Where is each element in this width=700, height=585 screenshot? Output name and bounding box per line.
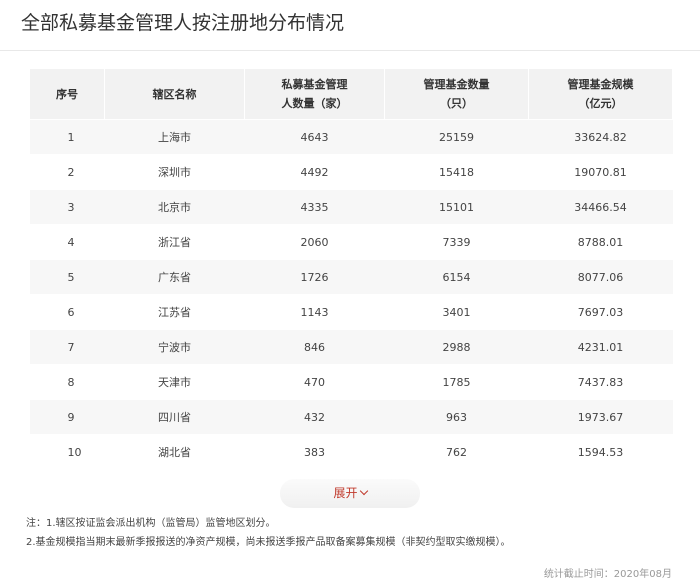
- cell-index: 4: [29, 224, 105, 260]
- cell-managers: 1726: [244, 259, 385, 295]
- cell-index: 2: [29, 154, 105, 190]
- expand-label: 展开: [333, 486, 358, 500]
- header-funds: 管理基金数量 （只）: [384, 68, 529, 120]
- cell-index: 9: [29, 399, 105, 435]
- header-managers: 私募基金管理 人数量（家）: [244, 68, 385, 120]
- table-row: 7 宁波市 846 2988 4231.01: [29, 329, 673, 365]
- table-row: 3 北京市 4335 15101 34466.54: [29, 189, 673, 225]
- cell-managers: 2060: [244, 224, 385, 260]
- cell-index: 10: [29, 434, 105, 470]
- table-row: 5 广东省 1726 6154 8077.06: [29, 259, 673, 295]
- note-line-2: 2.基金规模指当期末最新季报报送的净资产规模，尚未报送季报产品取备案募集规模（非…: [26, 537, 511, 548]
- cell-region: 广东省: [104, 259, 245, 295]
- cell-managers: 4335: [244, 189, 385, 225]
- cell-scale: 8077.06: [528, 259, 673, 295]
- table-row: 4 浙江省 2060 7339 8788.01: [29, 224, 673, 260]
- cell-managers: 846: [244, 329, 385, 365]
- cell-index: 8: [29, 364, 105, 400]
- cell-funds: 1785: [384, 364, 529, 400]
- cell-managers: 432: [244, 399, 385, 435]
- cell-funds: 7339: [384, 224, 529, 260]
- header-funds-line2: （只）: [440, 97, 473, 110]
- header-managers-line2: 人数量（家）: [281, 97, 348, 110]
- cell-region: 湖北省: [104, 434, 245, 470]
- table-row: 6 江苏省 1143 3401 7697.03: [29, 294, 673, 330]
- cell-index: 7: [29, 329, 105, 365]
- expand-button[interactable]: 展开: [280, 479, 420, 508]
- cell-region: 四川省: [104, 399, 245, 435]
- cell-index: 6: [29, 294, 105, 330]
- page-title: 全部私募基金管理人按注册地分布情况: [21, 12, 345, 34]
- cell-managers: 4492: [244, 154, 385, 190]
- cell-funds: 15101: [384, 189, 529, 225]
- table-row: 2 深圳市 4492 15418 19070.81: [29, 154, 673, 190]
- cell-funds: 2988: [384, 329, 529, 365]
- header-scale: 管理基金规模 （亿元）: [528, 68, 673, 120]
- cell-scale: 19070.81: [528, 154, 673, 190]
- cell-scale: 34466.54: [528, 189, 673, 225]
- cell-managers: 383: [244, 434, 385, 470]
- note-line-1: 注：1.辖区按证监会派出机构（监管局）监管地区划分。: [26, 518, 276, 529]
- cell-scale: 7697.03: [528, 294, 673, 330]
- cell-region: 江苏省: [104, 294, 245, 330]
- cell-region: 天津市: [104, 364, 245, 400]
- table-row: 10 湖北省 383 762 1594.53: [29, 434, 673, 470]
- title-divider: [0, 50, 700, 51]
- header-funds-line1: 管理基金数量: [423, 78, 490, 91]
- cell-scale: 1973.67: [528, 399, 673, 435]
- cell-funds: 25159: [384, 119, 529, 155]
- cell-region: 深圳市: [104, 154, 245, 190]
- header-index: 序号: [29, 68, 105, 120]
- data-table: 序号 辖区名称 私募基金管理 人数量（家） 管理基金数量 （只） 管理基金规模 …: [29, 68, 673, 470]
- notes: 注：1.辖区按证监会派出机构（监管局）监管地区划分。 2.基金规模指当期末最新季…: [26, 514, 511, 552]
- cell-scale: 1594.53: [528, 434, 673, 470]
- cell-index: 5: [29, 259, 105, 295]
- header-region: 辖区名称: [104, 68, 245, 120]
- cell-scale: 4231.01: [528, 329, 673, 365]
- cell-scale: 7437.83: [528, 364, 673, 400]
- header-scale-line2: （亿元）: [578, 97, 623, 110]
- table-row: 8 天津市 470 1785 7437.83: [29, 364, 673, 400]
- cell-funds: 963: [384, 399, 529, 435]
- header-scale-line1: 管理基金规模: [567, 78, 634, 91]
- cell-managers: 470: [244, 364, 385, 400]
- cell-region: 宁波市: [104, 329, 245, 365]
- cell-region: 上海市: [104, 119, 245, 155]
- header-managers-line1: 私募基金管理: [281, 78, 348, 91]
- header-region-label: 辖区名称: [152, 87, 197, 101]
- cell-funds: 15418: [384, 154, 529, 190]
- statistics-date: 统计截止时间：2020年08月: [543, 569, 672, 580]
- cell-managers: 4643: [244, 119, 385, 155]
- cell-scale: 8788.01: [528, 224, 673, 260]
- table-row: 9 四川省 432 963 1973.67: [29, 399, 673, 435]
- cell-index: 1: [29, 119, 105, 155]
- cell-funds: 762: [384, 434, 529, 470]
- cell-funds: 6154: [384, 259, 529, 295]
- cell-funds: 3401: [384, 294, 529, 330]
- cell-region: 浙江省: [104, 224, 245, 260]
- table-row: 1 上海市 4643 25159 33624.82: [29, 119, 673, 155]
- cell-managers: 1143: [244, 294, 385, 330]
- cell-scale: 33624.82: [528, 119, 673, 155]
- cell-region: 北京市: [104, 189, 245, 225]
- chevron-down-icon: [359, 486, 368, 496]
- header-index-label: 序号: [56, 87, 78, 101]
- cell-index: 3: [29, 189, 105, 225]
- table-header-row: 序号 辖区名称 私募基金管理 人数量（家） 管理基金数量 （只） 管理基金规模 …: [29, 68, 673, 120]
